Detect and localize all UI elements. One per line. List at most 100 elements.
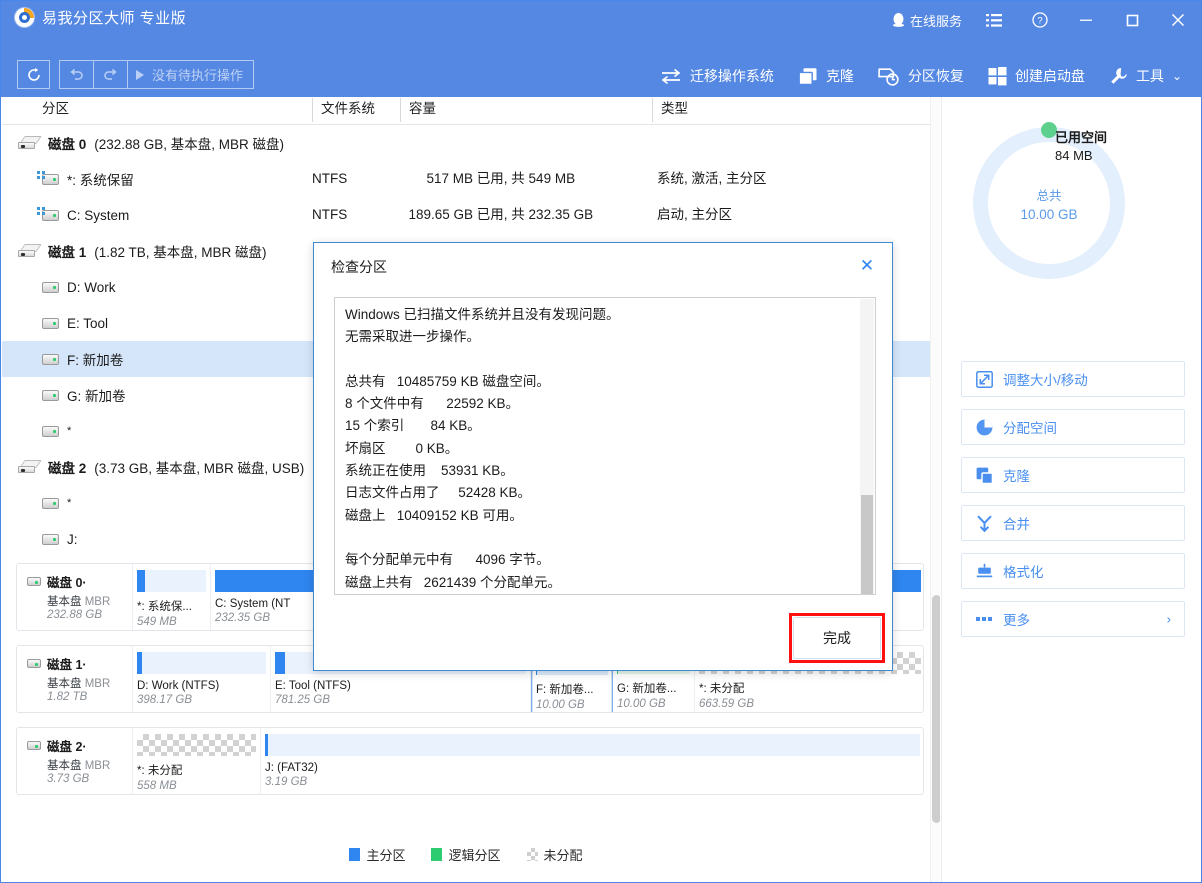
disk-map-partition-label: *: 未分配: [695, 674, 924, 696]
table-row[interactable]: 磁盘 0 (232.88 GB, 基本盘, MBR 磁盘): [2, 125, 930, 161]
menu-list-button[interactable]: [971, 1, 1017, 39]
action-more[interactable]: 更多 ›: [961, 601, 1185, 637]
table-row[interactable]: C: System NTFS 189.65 GB 已用, 共 232.35 GB…: [2, 197, 930, 233]
toolbar-partition-recovery[interactable]: 分区恢复: [867, 60, 975, 92]
partition-entry: G: 新加卷: [42, 377, 126, 413]
app-title: 易我分区大师 专业版: [42, 7, 186, 28]
vertical-scrollbar[interactable]: [930, 97, 940, 882]
action-clone[interactable]: 克隆: [961, 457, 1185, 493]
title-bar: 易我分区大师 专业版 在线服务 ?: [1, 1, 1201, 97]
table-row[interactable]: *: 系统保留 NTFS 517 MB 已用, 共 549 MB 系统, 激活,…: [2, 161, 930, 197]
usage-bar: [265, 734, 920, 756]
action-more-label: 更多: [1003, 609, 1030, 629]
action-resize-move[interactable]: 调整大小/移动: [961, 361, 1185, 397]
online-service-label: 在线服务: [910, 11, 962, 30]
disk-map-partition[interactable]: D: Work (NTFS) 398.17 GB: [133, 646, 271, 713]
title-bar-controls: 在线服务 ?: [883, 1, 1201, 39]
pending-operations-button[interactable]: 没有待执行操作: [127, 60, 254, 89]
svg-text:?: ?: [1037, 16, 1042, 27]
disk-map-parts: *: 未分配 558 MB J: (FAT32) 3.19 GB: [133, 728, 924, 794]
chevron-right-icon: ›: [1167, 612, 1171, 627]
right-sidebar: 总共 10.00 GB 已用空间 84 MB 调整大小/移动: [941, 97, 1201, 882]
partition-entry: D: Work: [42, 269, 116, 305]
column-header-partition[interactable]: 分区: [34, 98, 69, 122]
disk-map-title: 磁盘 0·: [27, 572, 132, 591]
action-merge[interactable]: 合并: [961, 505, 1185, 541]
help-button[interactable]: ?: [1017, 1, 1063, 39]
disk-map-partition-size: 10.00 GB: [532, 697, 612, 711]
partition-filesystem: NTFS: [312, 197, 347, 233]
donut-total-value: 10.00 GB: [1020, 207, 1077, 222]
disk-map-info: 磁盘 1· 基本盘 MBR 1.82 TB: [17, 646, 133, 712]
toolbar-migrate-os-label: 迁移操作系统: [690, 66, 774, 86]
undo-button[interactable]: [59, 60, 93, 89]
maximize-button[interactable]: [1109, 1, 1155, 39]
column-header-capacity[interactable]: 容量: [400, 98, 436, 122]
dialog-close-icon[interactable]: ✕: [854, 253, 880, 279]
partition-entry: E: Tool: [42, 305, 108, 341]
partition-icon: [42, 354, 59, 365]
check-partition-dialog: 检查分区 ✕ Windows 已扫描文件系统并且没有发现问题。 无需采取进一步操…: [313, 242, 893, 671]
minimize-button[interactable]: [1063, 1, 1109, 39]
legend-label-logical: 逻辑分区: [448, 845, 500, 864]
online-service-button[interactable]: 在线服务: [883, 1, 971, 39]
toolbar-clone-label: 克隆: [826, 66, 854, 86]
disk-map-partition-size: 10.00 GB: [613, 696, 694, 710]
partition-table-header: 分区 文件系统 容量 类型: [2, 97, 930, 125]
dialog-scrollbar[interactable]: [860, 299, 874, 595]
redo-button[interactable]: [93, 60, 127, 89]
disk-map-size: 3.73 GB: [27, 773, 132, 785]
disk-icon: [27, 741, 41, 750]
disk-name: 磁盘 2: [48, 457, 86, 477]
disk-icon: [18, 460, 40, 474]
disk-map-partition-label: D: Work (NTFS): [133, 674, 270, 692]
legend-swatch-unallocated-icon: [527, 848, 538, 861]
partition-capacity: 517 MB 已用, 共 549 MB: [400, 161, 575, 197]
refresh-button[interactable]: [17, 60, 50, 89]
disk-icon: [18, 136, 40, 150]
legend-swatch-logical-icon: [431, 848, 442, 861]
partition-used: 517 MB: [400, 161, 473, 197]
disk-entry: 磁盘 2 (3.73 GB, 基本盘, MBR 磁盘, USB): [18, 449, 304, 485]
disk-icon: [18, 244, 40, 258]
partition-icon: [42, 534, 59, 545]
toolbar-tools[interactable]: 工具 ⌄: [1098, 60, 1193, 92]
action-allocate-space[interactable]: 分配空间: [961, 409, 1185, 445]
disk-map-info: 磁盘 0· 基本盘 MBR 232.88 GB: [17, 564, 133, 630]
disk-icon: [27, 577, 41, 586]
column-header-filesystem[interactable]: 文件系统: [312, 98, 375, 122]
disk-map-partition[interactable]: *: 系统保... 549 MB: [133, 564, 211, 631]
disk-entry: 磁盘 1 (1.82 TB, 基本盘, MBR 磁盘): [18, 233, 267, 269]
disk-map-partition[interactable]: *: 未分配 558 MB: [133, 728, 261, 795]
disk-map-card[interactable]: 磁盘 2· 基本盘 MBR 3.73 GB *: 未分配 558 MB: [16, 727, 924, 795]
scrollbar-thumb[interactable]: [932, 595, 940, 823]
clone-icon: [976, 467, 993, 484]
clone-icon: [798, 67, 818, 86]
toolbar-migrate-os[interactable]: 迁移操作系统: [649, 60, 785, 92]
close-button[interactable]: [1155, 1, 1201, 39]
partition-label: J:: [67, 532, 78, 547]
dialog-message-box: Windows 已扫描文件系统并且没有发现问题。 无需采取进一步操作。 总共有 …: [334, 297, 876, 595]
partition-entry: *: 系统保留: [42, 161, 134, 197]
space-donut-chart: 总共 10.00 GB 已用空间 84 MB: [942, 97, 1202, 327]
disk-meta: (232.88 GB, 基本盘, MBR 磁盘): [94, 133, 284, 153]
partition-system-icon: [42, 174, 59, 185]
disk-map-type: 基本盘 MBR: [27, 593, 132, 609]
toolbar-clone[interactable]: 克隆: [787, 60, 865, 92]
partition-icon: [42, 390, 59, 401]
dialog-scrollbar-thumb[interactable]: [861, 495, 873, 594]
disk-map-partition-size: 558 MB: [133, 778, 260, 792]
usage-bar: [137, 570, 206, 592]
toolbar-create-bootable-disk[interactable]: 创建启动盘: [977, 60, 1096, 92]
action-resize-move-label: 调整大小/移动: [1003, 369, 1088, 389]
application-window: 易我分区大师 专业版 在线服务 ?: [0, 0, 1202, 883]
disk-map-title: 磁盘 2·: [27, 736, 132, 755]
action-format[interactable]: 格式化: [961, 553, 1185, 589]
partition-capacity: 189.65 GB 已用, 共 232.35 GB: [400, 197, 593, 233]
disk-map-type-rest: MBR: [85, 678, 111, 690]
legend-item-primary: 主分区: [349, 845, 405, 864]
disk-map-partition[interactable]: J: (FAT32) 3.19 GB: [261, 728, 924, 795]
finish-button[interactable]: 完成: [793, 617, 881, 659]
column-header-type[interactable]: 类型: [652, 98, 688, 122]
partition-label: E: Tool: [67, 316, 108, 331]
